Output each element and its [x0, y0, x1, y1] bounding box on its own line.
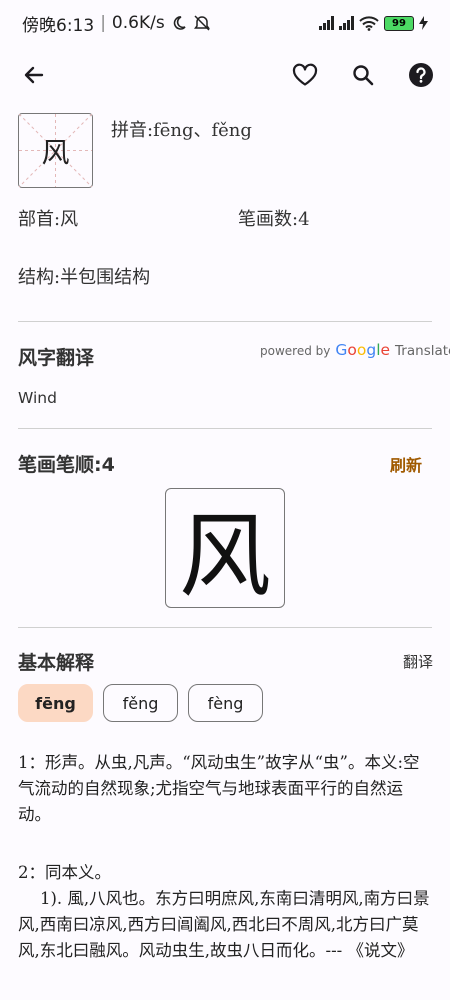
translate-label: Translate: [395, 343, 450, 359]
google-logo-letter: o: [356, 341, 367, 359]
translation-result: Wind: [18, 389, 57, 407]
help-button[interactable]: [406, 60, 436, 90]
search-button[interactable]: [348, 60, 378, 90]
stroke-character: 风: [178, 502, 271, 610]
favorite-button[interactable]: [290, 60, 320, 90]
stroke-order-title: 笔画笔顺:4: [18, 454, 115, 476]
basic-explanation-title: 基本解释: [18, 652, 95, 674]
google-logo-letter: e: [380, 341, 391, 359]
powered-by-google-translate: powered by Google Translate: [260, 341, 450, 359]
network-speed: 0.6K/s: [111, 13, 165, 33]
signal-icon-2: [339, 16, 354, 30]
google-logo-letter: o: [347, 341, 357, 359]
moon-icon: [173, 16, 186, 30]
google-logo: Google: [335, 341, 390, 359]
definition-paragraph-2: 2：同本义。: [18, 863, 111, 882]
translate-explanation-button[interactable]: 翻译: [403, 651, 433, 672]
stroke-animation-box[interactable]: 风: [165, 488, 285, 610]
mute-icon: [193, 15, 210, 31]
back-arrow-icon: [24, 66, 44, 84]
search-icon: [353, 65, 374, 86]
definition-paragraph-1: 1：形声。从虫,凡声。“风动虫生”故字从“虫”。本义:空气流动的自然现象;尤指空…: [18, 753, 420, 824]
back-button[interactable]: [19, 60, 49, 90]
charging-icon: [419, 16, 428, 30]
character-glyph: 风: [41, 135, 70, 169]
character-grid-box: 风: [18, 113, 93, 188]
refresh-button[interactable]: 刷新: [390, 452, 422, 476]
status-time: 傍晚6:13: [22, 15, 95, 36]
stroke-count-text: 笔画数:4: [238, 209, 310, 230]
divider: [18, 428, 432, 429]
signal-icon-1: [319, 16, 334, 30]
heart-icon: [292, 63, 318, 86]
battery-icon: 99: [384, 15, 414, 31]
status-separator: |: [100, 13, 106, 33]
radical-text: 部首:风: [18, 209, 79, 230]
status-bar: 傍晚6:13 | 0.6K/s 99: [0, 0, 450, 46]
definition-paragraph-3: 1). 風,八风也。东方曰明庶风,东南曰清明风,南方曰景风,西南曰凉风,西方曰阊…: [18, 889, 430, 960]
google-logo-letter: g: [366, 341, 377, 359]
pinyin-text: 拼音:fēng、fěng: [111, 120, 252, 141]
google-logo-letter: G: [335, 341, 348, 359]
pronunciation-chip-feng1[interactable]: fēng: [18, 684, 93, 722]
wifi-icon: [359, 15, 379, 31]
divider: [18, 321, 432, 322]
structure-text: 结构:半包围结构: [18, 267, 151, 288]
pronunciation-chip-feng4[interactable]: fèng: [188, 684, 263, 722]
divider: [18, 627, 432, 628]
translation-title: 风字翻译: [18, 347, 95, 369]
top-app-bar: [0, 50, 450, 100]
pronunciation-chip-feng3[interactable]: fěng: [103, 684, 178, 722]
help-icon: [409, 63, 433, 87]
powered-by-label: powered by: [260, 344, 331, 358]
